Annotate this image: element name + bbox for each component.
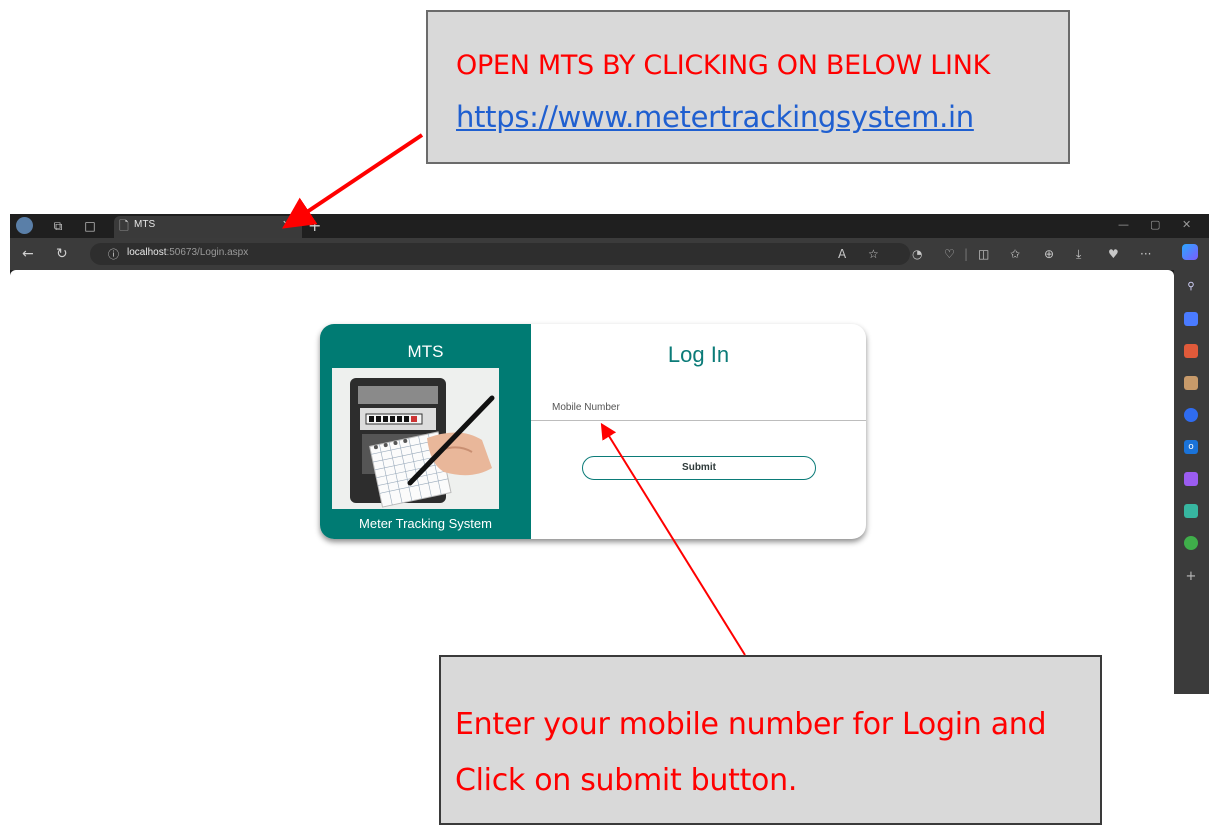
new-tab-icon[interactable]: + (308, 216, 321, 235)
page-margin (0, 0, 10, 815)
more-icon[interactable]: ··· (1140, 247, 1151, 261)
submit-button[interactable]: Submit (582, 456, 816, 480)
page-viewport: MTS Meter Tracking System Log In Mobile … (10, 270, 1174, 694)
favorite-icon[interactable]: ☆ (868, 247, 879, 261)
tab-title: MTS (134, 219, 156, 230)
back-icon[interactable]: ← (22, 246, 34, 262)
workspaces-icon[interactable]: ⧉ (50, 218, 66, 234)
close-icon[interactable]: ✕ (282, 218, 291, 231)
toolbar-divider: | (964, 247, 969, 261)
search-icon[interactable]: ⚲ (1184, 280, 1198, 294)
callout-bottom-line2: Click on submit button. (455, 763, 798, 798)
mobile-number-label: Mobile Number (552, 402, 620, 413)
tools-icon[interactable] (1184, 344, 1198, 358)
copilot-icon[interactable] (1182, 244, 1198, 260)
favorites-icon[interactable]: ✩ (1010, 247, 1020, 261)
brand-title: MTS (407, 342, 444, 361)
restore-icon[interactable]: ▢ (1150, 218, 1160, 231)
info-icon[interactable]: ⓘ (108, 246, 119, 262)
outlook-icon[interactable]: o (1184, 440, 1198, 454)
page-icon: 🗋 (119, 219, 129, 233)
microsoft365-icon[interactable] (1184, 408, 1198, 422)
instruction-callout-top: OPEN MTS BY CLICKING ON BELOW LINK https… (426, 10, 1070, 164)
collections-icon[interactable]: ⊕ (1044, 247, 1054, 261)
arrow-to-tab (282, 133, 424, 229)
login-title: Log In (667, 342, 730, 367)
mobile-number-input[interactable] (531, 420, 866, 421)
browser-window: ⧉ □ 🗋 MTS ✕ + — ▢ ✕ ← ↻ ⓘ localhost:5067… (10, 214, 1209, 694)
tab-bar: ⧉ □ 🗋 MTS ✕ + — ▢ ✕ (10, 214, 1209, 238)
login-card: MTS Meter Tracking System Log In Mobile … (320, 324, 866, 539)
games-icon[interactable] (1184, 376, 1198, 390)
extension-icon[interactable]: ◔ (912, 247, 922, 261)
window-close-icon[interactable]: ✕ (1182, 218, 1191, 231)
minimize-icon[interactable]: — (1118, 218, 1129, 231)
drop-icon[interactable] (1184, 504, 1198, 518)
meter-illustration (332, 368, 499, 509)
tree-icon[interactable] (1184, 536, 1198, 550)
profile-icon[interactable] (16, 217, 33, 234)
downloads-icon[interactable]: ⤓ (1076, 247, 1081, 262)
url-path: :50673/Login.aspx (166, 247, 249, 258)
sidebar: ⚲ o + (1174, 270, 1209, 694)
instruction-callout-bottom: Enter your mobile number for Login and C… (439, 655, 1102, 825)
shopping-icon[interactable] (1184, 312, 1198, 326)
mts-website-link[interactable]: https://www.metertrackingsystem.in (456, 100, 974, 134)
callout-instruction-text: OPEN MTS BY CLICKING ON BELOW LINK (456, 50, 991, 81)
add-icon[interactable]: + (1184, 570, 1198, 584)
brand-panel: MTS Meter Tracking System (320, 324, 531, 539)
url-text[interactable]: localhost:50673/Login.aspx (127, 247, 248, 258)
address-bar: ← ↻ ⓘ localhost:50673/Login.aspx A ☆ ◔ ♡… (10, 238, 1209, 270)
performance-icon[interactable]: ♥ (1108, 247, 1119, 261)
designer-icon[interactable] (1184, 472, 1198, 486)
split-screen-icon[interactable]: ◫ (978, 247, 989, 261)
brand-tagline: Meter Tracking System (359, 516, 492, 531)
refresh-icon[interactable]: ↻ (56, 246, 68, 262)
callout-bottom-line1: Enter your mobile number for Login and (455, 707, 1047, 742)
read-aloud-icon[interactable]: A (838, 247, 846, 261)
tab-actions-icon[interactable]: □ (82, 218, 98, 234)
url-host: localhost (127, 247, 167, 258)
browser-essentials-icon[interactable]: ♡ (944, 247, 955, 261)
